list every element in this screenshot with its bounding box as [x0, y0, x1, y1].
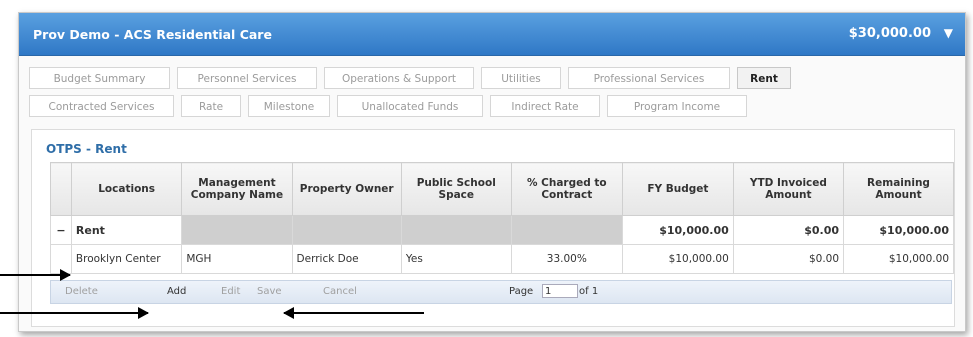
page-count: of 1	[579, 286, 599, 297]
column-header-percent-charged[interactable]: % Charged to Contract	[510, 162, 623, 216]
collapse-toggle[interactable]: −	[50, 215, 72, 245]
tab-unallocated-funds[interactable]: Unallocated Funds	[337, 95, 483, 117]
panel-title: Prov Demo - ACS Residential Care	[33, 27, 272, 42]
column-header-remaining[interactable]: Remaining Amount	[843, 162, 954, 216]
cell-public-school-space[interactable]: Yes	[400, 244, 512, 274]
column-header-public-school-space[interactable]: Public School Space	[400, 162, 512, 216]
cancel-button[interactable]: Cancel	[323, 286, 357, 297]
column-header-management-company[interactable]: Management Company Name	[181, 162, 293, 216]
group-cell-empty	[510, 215, 623, 245]
tab-bar: Budget Summary Personnel Services Operat…	[29, 67, 955, 137]
chevron-down-icon[interactable]: ▼	[944, 26, 953, 40]
page-number-input[interactable]	[542, 284, 578, 298]
budget-panel: Prov Demo - ACS Residential Care $30,000…	[18, 12, 966, 332]
tab-personnel-services[interactable]: Personnel Services	[177, 67, 317, 89]
grid-toolbar: Delete Add Edit Save Cancel Page of 1	[50, 280, 952, 304]
section-title: OTPS - Rent	[46, 142, 127, 156]
edit-button[interactable]: Edit	[221, 286, 240, 297]
group-cell-empty	[181, 215, 293, 245]
tab-budget-summary[interactable]: Budget Summary	[29, 67, 170, 89]
group-cell-empty	[291, 215, 402, 245]
page-label: Page	[509, 286, 534, 297]
rent-grid: Locations Management Company Name Proper…	[50, 162, 954, 274]
tab-indirect-rate[interactable]: Indirect Rate	[490, 95, 600, 117]
column-header-locations[interactable]: Locations	[70, 162, 183, 216]
rent-section: OTPS - Rent Locations Management Company…	[31, 129, 955, 327]
column-header-ytd-invoiced[interactable]: YTD Invoiced Amount	[732, 162, 845, 216]
tab-program-income[interactable]: Program Income	[607, 95, 747, 117]
cell-percent-charged[interactable]: 33.00%	[510, 244, 623, 274]
callout-arrow-add	[0, 307, 149, 319]
tab-professional-services[interactable]: Professional Services	[568, 67, 730, 89]
group-remaining: $10,000.00	[843, 215, 954, 245]
cell-location[interactable]: Brooklyn Center	[70, 244, 183, 274]
group-row: − Rent $10,000.00 $0.00 $10,000.00	[50, 215, 954, 245]
cell-ytd-invoiced[interactable]: $0.00	[732, 244, 845, 274]
table-row[interactable]: Brooklyn Center MGH Derrick Doe Yes 33.0…	[50, 244, 954, 274]
tab-milestone[interactable]: Milestone	[248, 95, 330, 117]
cell-management-company[interactable]: MGH	[181, 244, 293, 274]
panel-header: Prov Demo - ACS Residential Care $30,000…	[19, 13, 965, 56]
tab-operations-support[interactable]: Operations & Support	[324, 67, 474, 89]
cell-remaining[interactable]: $10,000.00	[843, 244, 954, 274]
column-header-fy-budget[interactable]: FY Budget	[621, 162, 734, 216]
cell-fy-budget[interactable]: $10,000.00	[621, 244, 734, 274]
column-header-property-owner[interactable]: Property Owner	[291, 162, 402, 216]
total-amount: $30,000.00	[848, 26, 931, 41]
expand-column-header	[50, 162, 72, 216]
group-fy-budget: $10,000.00	[621, 215, 734, 245]
group-cell-empty	[400, 215, 512, 245]
save-button[interactable]: Save	[257, 286, 282, 297]
tab-utilities[interactable]: Utilities	[481, 67, 561, 89]
callout-arrow-save	[283, 307, 424, 319]
group-label: Rent	[70, 215, 183, 245]
callout-arrow-row	[0, 269, 71, 281]
group-ytd: $0.00	[732, 215, 845, 245]
tab-contracted-services[interactable]: Contracted Services	[29, 95, 174, 117]
tab-rent[interactable]: Rent	[737, 67, 791, 89]
cell-property-owner[interactable]: Derrick Doe	[291, 244, 402, 274]
add-button[interactable]: Add	[167, 286, 186, 297]
delete-button[interactable]: Delete	[65, 286, 98, 297]
tab-rate[interactable]: Rate	[181, 95, 241, 117]
